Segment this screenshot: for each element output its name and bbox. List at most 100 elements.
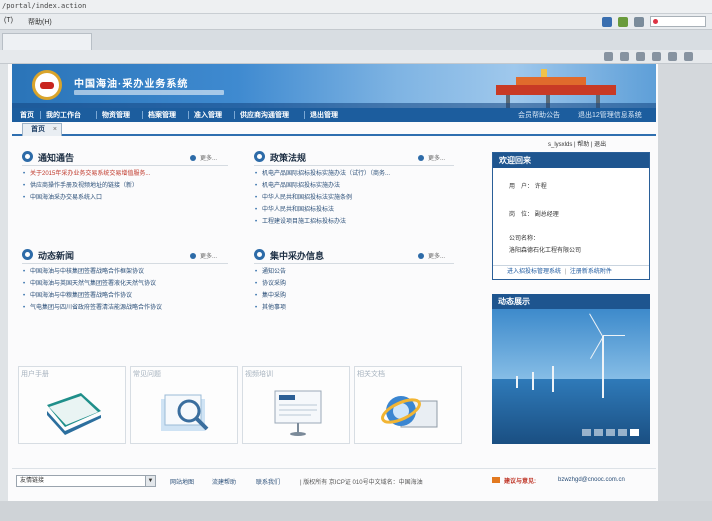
portal-page: 中国海油·采办业务系统 首页 我的工作台 物资管理 档案管理 准入管理 供应商沟… [8,64,658,501]
nav-divider [96,111,97,119]
welcome-post-row: 岗 位： 副总经理 [509,209,559,218]
slide-dot[interactable] [618,429,627,436]
nav-divider [188,111,189,119]
tab-close-icon[interactable]: × [53,124,57,136]
news-icon [22,249,33,260]
news-item[interactable]: 气电集团与四川省政府签署清洁能源战略合作协议 [22,302,228,314]
nav-member-help-link[interactable]: 会员帮助公告 [518,110,560,120]
showcase-sky [492,309,650,379]
mail-icon[interactable] [636,52,645,61]
address-bar[interactable]: /portal/index.action [0,0,712,14]
news-more-link[interactable]: 更多... [190,251,217,260]
centralized-title: 集中采办信息 [270,251,325,261]
status-bar [0,501,712,521]
welcome-title: 欢迎回来 [493,153,649,168]
notice-item[interactable]: 中国海油采办交易系统入口 [22,192,228,204]
address-url[interactable]: /portal/index.action [2,2,86,10]
nav-admission[interactable]: 准入管理 [194,110,222,120]
chevron-down-icon[interactable]: ▼ [145,476,155,486]
home-icon[interactable] [604,52,613,61]
policy-item[interactable]: 工程建设项目施工招标投标办法 [254,216,454,228]
browser-tab[interactable] [2,33,92,50]
system-title: 中国海油·采办业务系统 [74,79,189,90]
welcome-company-label: 公司名称： [509,236,540,242]
welcome-user-label: 用 户： [509,184,534,190]
tile-documents[interactable]: 相关文档 [354,366,462,444]
policy-more-link[interactable]: 更多... [418,153,445,162]
browser-tab-strip [0,30,712,50]
header-banner: 中国海油·采办业务系统 [12,64,656,108]
page-tab-row: 首页 × [12,122,656,136]
notice-more-link[interactable]: 更多... [190,153,217,162]
register-attachment-link[interactable]: 注册新系统附件 [570,269,612,275]
wind-turbine [516,376,518,388]
nav-exit-system-link[interactable]: 退出12管理信息系统 [578,110,642,120]
friend-links-select[interactable]: 友情链接 ▼ [16,475,156,487]
enter-bidding-system-link[interactable]: 进入招投标管理系统 [507,269,561,275]
news-item[interactable]: 中国海油与中粮集团签署战略合作协议 [22,290,228,302]
sitemap-link[interactable]: 网站地图 [170,477,194,486]
nav-home[interactable]: 首页 [20,110,34,120]
wind-turbine [602,336,604,398]
menu-tools[interactable]: (T) [4,17,13,24]
policy-item[interactable]: 机电产品国际招标投标实施办法（试行）（商务... [254,168,454,180]
slide-dot-active[interactable] [630,429,639,436]
nav-workbench[interactable]: 我的工作台 [46,110,81,120]
nav-divider [40,111,41,119]
centralized-item[interactable]: 集中采购 [254,290,454,302]
ie-globe-icon [381,396,438,428]
rig-upper-deck [516,77,586,85]
welcome-post-value: 副总经理 [534,212,559,218]
policy-icon [254,151,265,162]
nav-exit-management[interactable]: 退出管理 [310,110,338,120]
welcome-user-row: 用 户： 许程 [509,181,547,190]
news-item[interactable]: 中国海油与中核集团签署战略合作框架协议 [22,266,228,278]
feeds-icon[interactable] [620,52,629,61]
contact-link[interactable]: 联系我们 [256,477,280,486]
print-icon[interactable] [634,16,644,27]
wind-turbine [532,372,534,390]
browser-search-box[interactable] [650,16,706,27]
page-icon[interactable] [668,52,677,61]
slide-dot[interactable] [582,429,591,436]
notice-item[interactable]: 关于2015年采办业务交易系统交易增值服务... [22,168,228,180]
centralized-item[interactable]: 其他事项 [254,302,454,314]
centralized-more-link[interactable]: 更多... [418,251,445,260]
copyright-text: | 版权所有 京ICP证 010号中文域名：中国海油 [300,480,423,486]
tile-faq-label: 常见问题 [133,371,161,378]
notice-icon [22,151,33,162]
mail-icon [492,477,500,483]
feed-icon[interactable] [618,16,628,27]
tile-user-manual[interactable]: 用户手册 [18,366,126,444]
home-icon[interactable] [602,16,612,27]
wind-turbine [552,366,554,392]
main-nav: 首页 我的工作台 物资管理 档案管理 准入管理 供应商沟通管理 退出管理 会员帮… [12,108,656,122]
centralized-item[interactable]: 协议采购 [254,278,454,290]
help-link[interactable]: 流建帮助 [212,477,236,486]
tools-icon[interactable] [684,52,693,61]
nav-supplier-comm[interactable]: 供应商沟通管理 [240,110,289,120]
browser-toolbar-right [602,15,706,28]
policy-item[interactable]: 中华人民共和国招投标法实施条例 [254,192,454,204]
centralized-icon [254,249,265,260]
centralized-item[interactable]: 通知公告 [254,266,454,278]
menu-help[interactable]: 帮助(H) [28,17,52,27]
notice-item[interactable]: 供应商操作手册及视频地址的链接（新） [22,180,228,192]
policy-item[interactable]: 中华人民共和国招标投标法 [254,204,454,216]
slide-dot[interactable] [594,429,603,436]
policy-item[interactable]: 机电产品国际招投标实施办法 [254,180,454,192]
nav-archives[interactable]: 档案管理 [148,110,176,120]
tile-video-training[interactable]: 视频培训 [242,366,350,444]
news-item[interactable]: 中国海油与英国天然气集团签署液化天然气协议 [22,278,228,290]
tab-home[interactable]: 首页 × [22,123,62,136]
tile-faq[interactable]: 常见问题 [130,366,238,444]
tile-video-training-label: 视频培训 [245,371,273,378]
nav-materials[interactable]: 物资管理 [102,110,130,120]
nav-divider [142,111,143,119]
welcome-company-value: 洛阳森德石化工程有限公司 [509,248,582,254]
slide-dot[interactable] [606,429,615,436]
print-icon[interactable] [652,52,661,61]
suggestion-email-link[interactable]: bzwzhgd@cnooc.com.cn [558,477,625,483]
policy-panel-header: 政策法规 更多... [254,150,454,164]
user-toolbar[interactable]: s_lysxlds | 帮助 | 退出 [548,139,606,148]
